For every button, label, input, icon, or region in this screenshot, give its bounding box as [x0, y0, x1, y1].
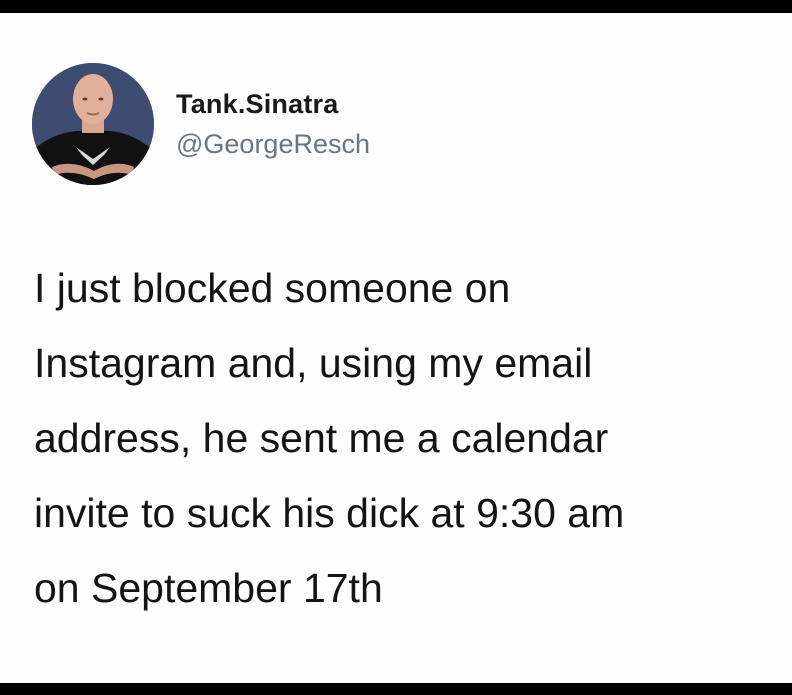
tweet-text-line: invite to suck his dick at 9:30 am [34, 490, 625, 536]
tweet-text-line: I just blocked someone on [34, 265, 511, 311]
tweet-text-line: address, he sent me a calendar [34, 415, 609, 461]
display-name[interactable]: Tank.Sinatra [176, 88, 370, 120]
profile-photo-icon [32, 63, 154, 185]
tweet-text-line: Instagram and, using my email [34, 340, 593, 386]
user-info: Tank.Sinatra @GeorgeResch [176, 88, 370, 160]
user-handle[interactable]: @GeorgeResch [176, 128, 370, 160]
tweet-card: Tank.Sinatra @GeorgeResch I just blocked… [0, 13, 792, 683]
avatar[interactable] [32, 63, 154, 185]
tweet-text-line: on September 17th [34, 565, 383, 611]
tweet-body: I just blocked someone on Instagram and,… [34, 251, 774, 626]
